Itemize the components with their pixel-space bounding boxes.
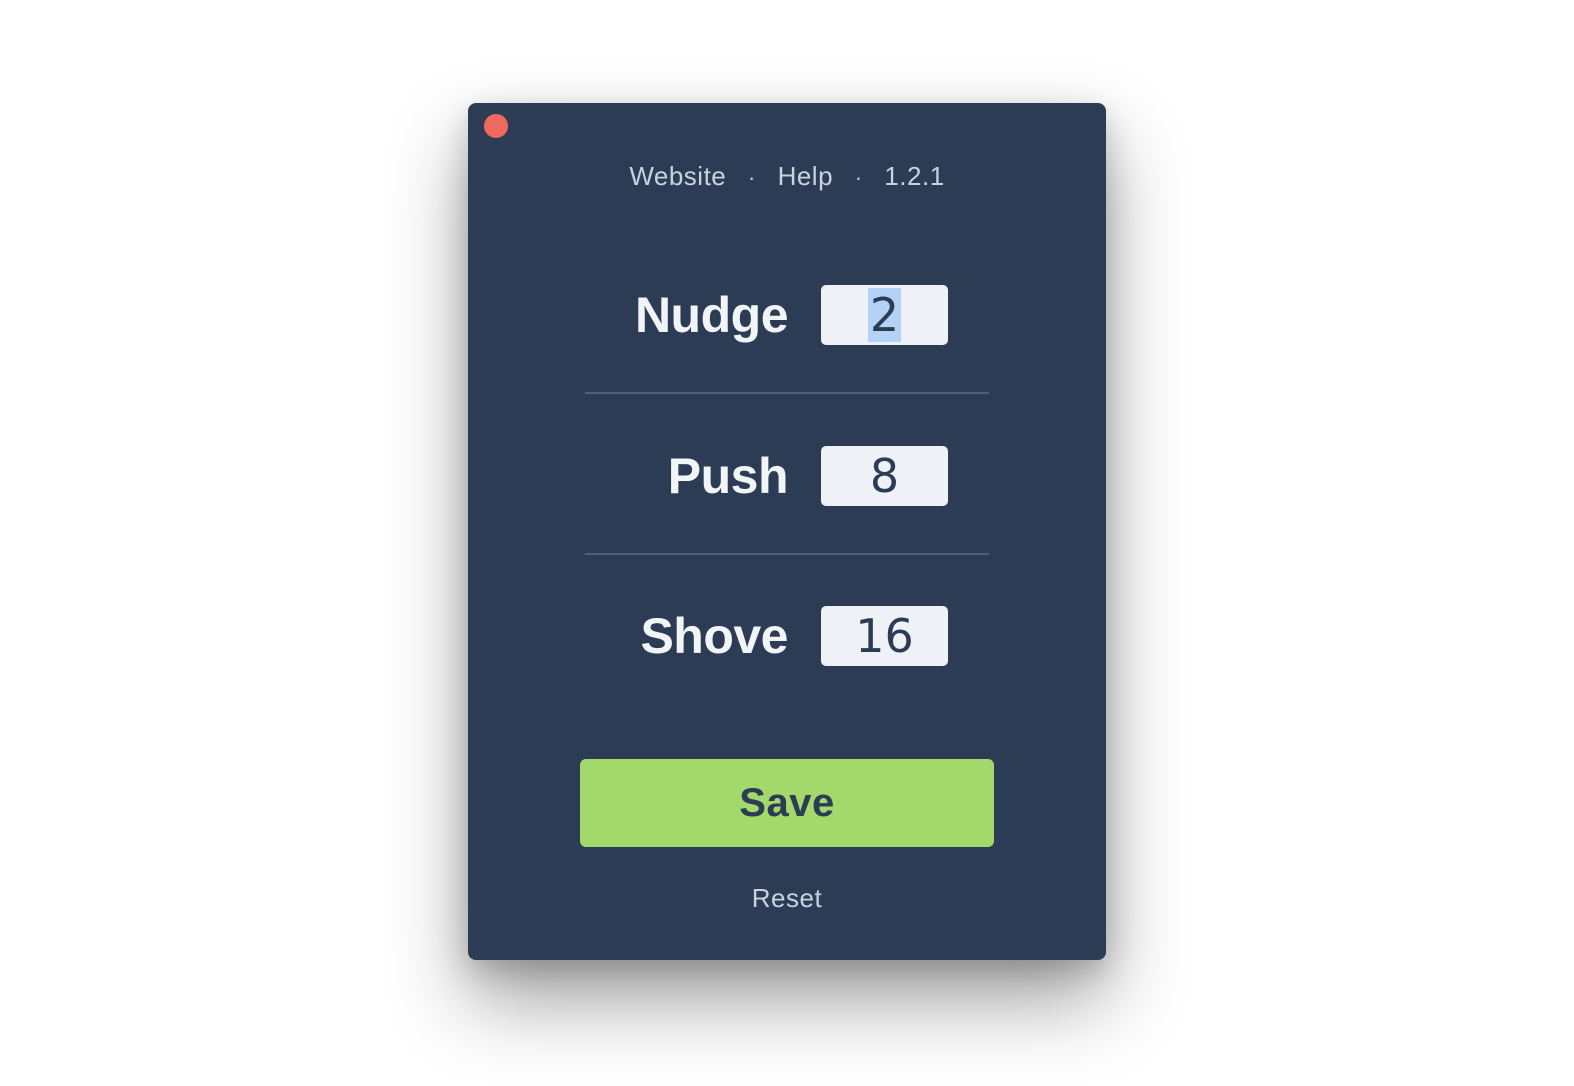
help-link[interactable]: Help bbox=[778, 161, 833, 191]
close-window-button[interactable] bbox=[484, 114, 508, 138]
version-text: 1.2.1 bbox=[884, 161, 945, 191]
preferences-window: Website · Help · 1.2.1 Nudge 2 Push 8 Sh… bbox=[468, 103, 1106, 960]
reset-link[interactable]: Reset bbox=[468, 883, 1106, 914]
save-button[interactable]: Save bbox=[580, 759, 994, 847]
top-nav: Website · Help · 1.2.1 bbox=[468, 161, 1106, 192]
shove-label: Shove bbox=[640, 608, 788, 664]
nav-separator: · bbox=[854, 165, 863, 190]
nudge-input[interactable]: 2 bbox=[821, 285, 948, 345]
nudge-label: Nudge bbox=[634, 287, 789, 343]
push-row: Push 8 bbox=[468, 446, 1106, 506]
push-value: 8 bbox=[869, 449, 900, 503]
push-input[interactable]: 8 bbox=[821, 446, 948, 506]
nudge-row: Nudge 2 bbox=[468, 285, 1106, 345]
nav-separator: · bbox=[748, 165, 756, 190]
nudge-value: 2 bbox=[867, 288, 902, 342]
shove-input[interactable]: 16 bbox=[821, 606, 948, 666]
divider bbox=[585, 392, 989, 394]
divider bbox=[585, 553, 989, 555]
website-link[interactable]: Website bbox=[629, 161, 726, 191]
push-label: Push bbox=[667, 448, 789, 504]
shove-row: Shove 16 bbox=[468, 606, 1106, 666]
shove-value: 16 bbox=[855, 609, 914, 663]
